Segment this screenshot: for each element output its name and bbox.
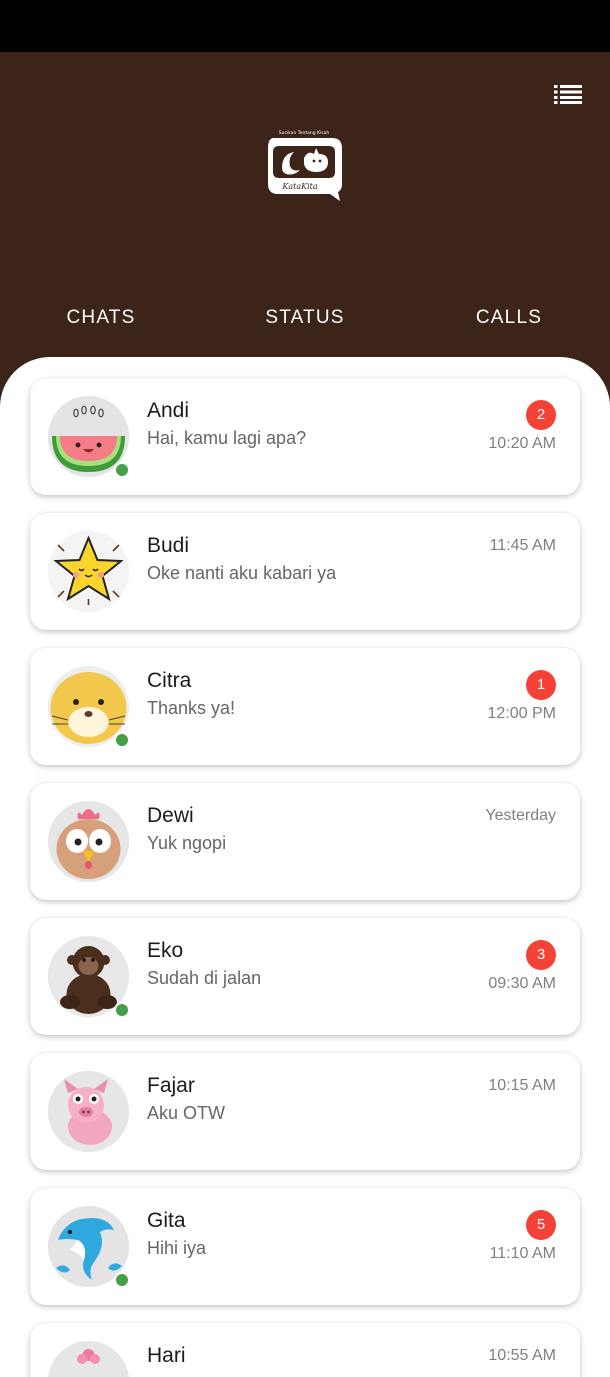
- chat-time: 10:20 AM: [488, 435, 556, 452]
- tab-status[interactable]: STATUS: [225, 307, 385, 329]
- chat-message: Yuk ngopi: [147, 833, 227, 853]
- chat-name: Hari: [147, 1344, 186, 1367]
- chat-name: Dewi: [147, 804, 194, 827]
- unread-badge: 2: [526, 400, 556, 430]
- chat-name: Budi: [147, 534, 190, 557]
- unread-badge: 5: [526, 1210, 556, 1240]
- flower-avatar-icon: [48, 1341, 129, 1377]
- chat-list: Andi Hai, kamu lagi apa? 2 10:20 AM Budi…: [0, 357, 610, 1377]
- online-indicator: [114, 732, 130, 748]
- chat-item-eko[interactable]: Eko Sudah di jalan 3 09:30 AM: [30, 918, 580, 1035]
- chat-time: 10:15 AM: [488, 1077, 556, 1094]
- chat-time: 10:55 AM: [488, 1347, 556, 1364]
- chat-message: Oke nanti aku kabari ya: [147, 563, 337, 583]
- chat-item-gita[interactable]: Gita Hihi iya 5 11:10 AM: [30, 1188, 580, 1305]
- unread-badge: 3: [526, 940, 556, 970]
- pig-avatar-icon: [48, 1071, 129, 1152]
- online-indicator: [114, 1272, 130, 1288]
- chat-name: Andi: [147, 399, 190, 422]
- chat-item-dewi[interactable]: Dewi Yuk ngopi Yesterday: [30, 783, 580, 900]
- star-avatar-icon: [48, 531, 129, 612]
- chat-time: 09:30 AM: [488, 975, 556, 992]
- tab-bar: CHATS STATUS CALLS: [0, 307, 610, 337]
- unread-badge: 1: [526, 670, 556, 700]
- owl-avatar-icon: [48, 801, 129, 882]
- chat-time: 12:00 PM: [487, 705, 556, 722]
- online-indicator: [114, 462, 130, 478]
- menu-list-icon[interactable]: [554, 84, 582, 104]
- chat-name: Gita: [147, 1209, 186, 1232]
- chat-message: Thanks ya!: [147, 698, 236, 718]
- chat-name: Eko: [147, 939, 184, 962]
- chat-time: Yesterday: [485, 807, 556, 824]
- chat-item-citra[interactable]: Citra Thanks ya! 1 12:00 PM: [30, 648, 580, 765]
- chat-time: 11:10 AM: [489, 1245, 556, 1262]
- chat-item-andi[interactable]: Andi Hai, kamu lagi apa? 2 10:20 AM: [30, 378, 580, 495]
- logo-tagline: Sucikan Tentang Kisah: [279, 130, 330, 136]
- chat-message: Hihi iya: [147, 1238, 207, 1258]
- chat-message: Aku OTW: [147, 1103, 226, 1123]
- tab-chats[interactable]: CHATS: [21, 307, 181, 329]
- chat-item-budi[interactable]: Budi Oke nanti aku kabari ya 11:45 AM: [30, 513, 580, 630]
- chat-item-hari[interactable]: Hari 10:55 AM: [30, 1323, 580, 1377]
- logo-text: KataKita: [281, 182, 317, 191]
- app-header: KataKita Sucikan Tentang Kisah CHATS STA…: [0, 52, 610, 372]
- tab-calls[interactable]: CALLS: [429, 307, 589, 329]
- chat-time: 11:45 AM: [489, 537, 556, 554]
- chat-name: Citra: [147, 669, 192, 692]
- katakita-logo: KataKita Sucikan Tentang Kisah: [264, 128, 344, 204]
- chat-item-fajar[interactable]: Fajar Aku OTW 10:15 AM: [30, 1053, 580, 1170]
- chat-message: Sudah di jalan: [147, 968, 262, 988]
- chat-message: Hai, kamu lagi apa?: [147, 428, 307, 448]
- chat-name: Fajar: [147, 1074, 195, 1097]
- online-indicator: [114, 1002, 130, 1018]
- status-bar: [0, 0, 610, 52]
